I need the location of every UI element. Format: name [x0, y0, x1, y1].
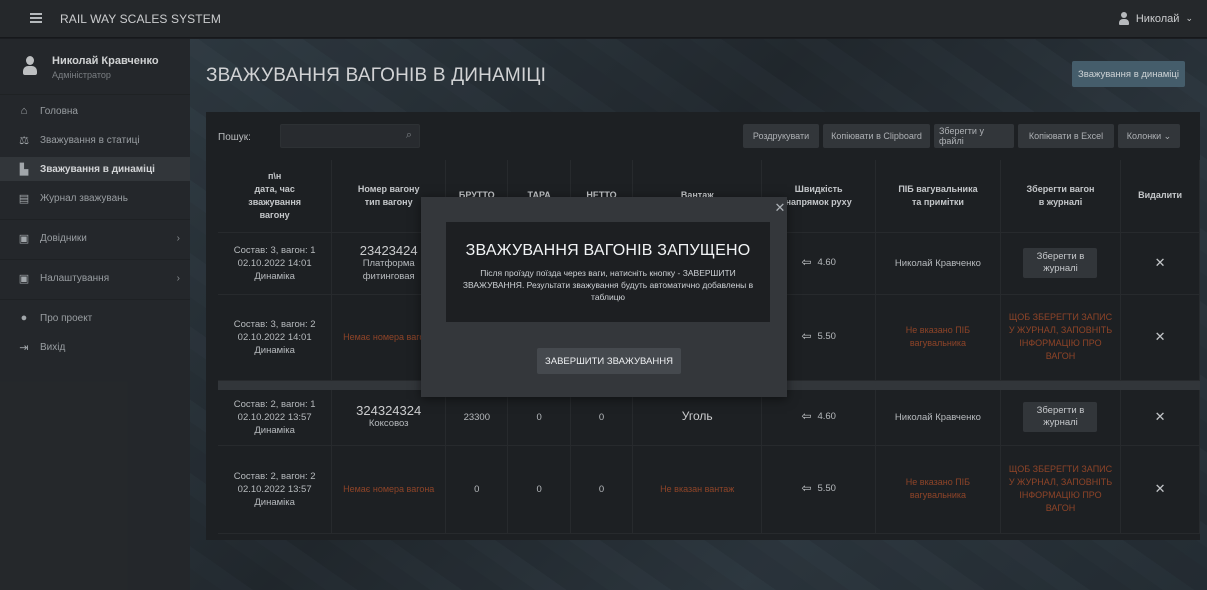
- finish-weighing-button[interactable]: ЗАВЕРШИТИ ЗВАЖУВАННЯ: [537, 348, 681, 374]
- modal-message-box: ЗВАЖУВАННЯ ВАГОНІВ ЗАПУЩЕНО Після проїзд…: [446, 222, 770, 322]
- weighing-started-modal: ✕ ЗВАЖУВАННЯ ВАГОНІВ ЗАПУЩЕНО Після прої…: [421, 197, 787, 397]
- modal-text: Після проїзду поїзда через ваги, натисні…: [462, 268, 754, 302]
- close-icon[interactable]: ✕: [773, 201, 787, 215]
- modal-title: ЗВАЖУВАННЯ ВАГОНІВ ЗАПУЩЕНО: [465, 242, 751, 259]
